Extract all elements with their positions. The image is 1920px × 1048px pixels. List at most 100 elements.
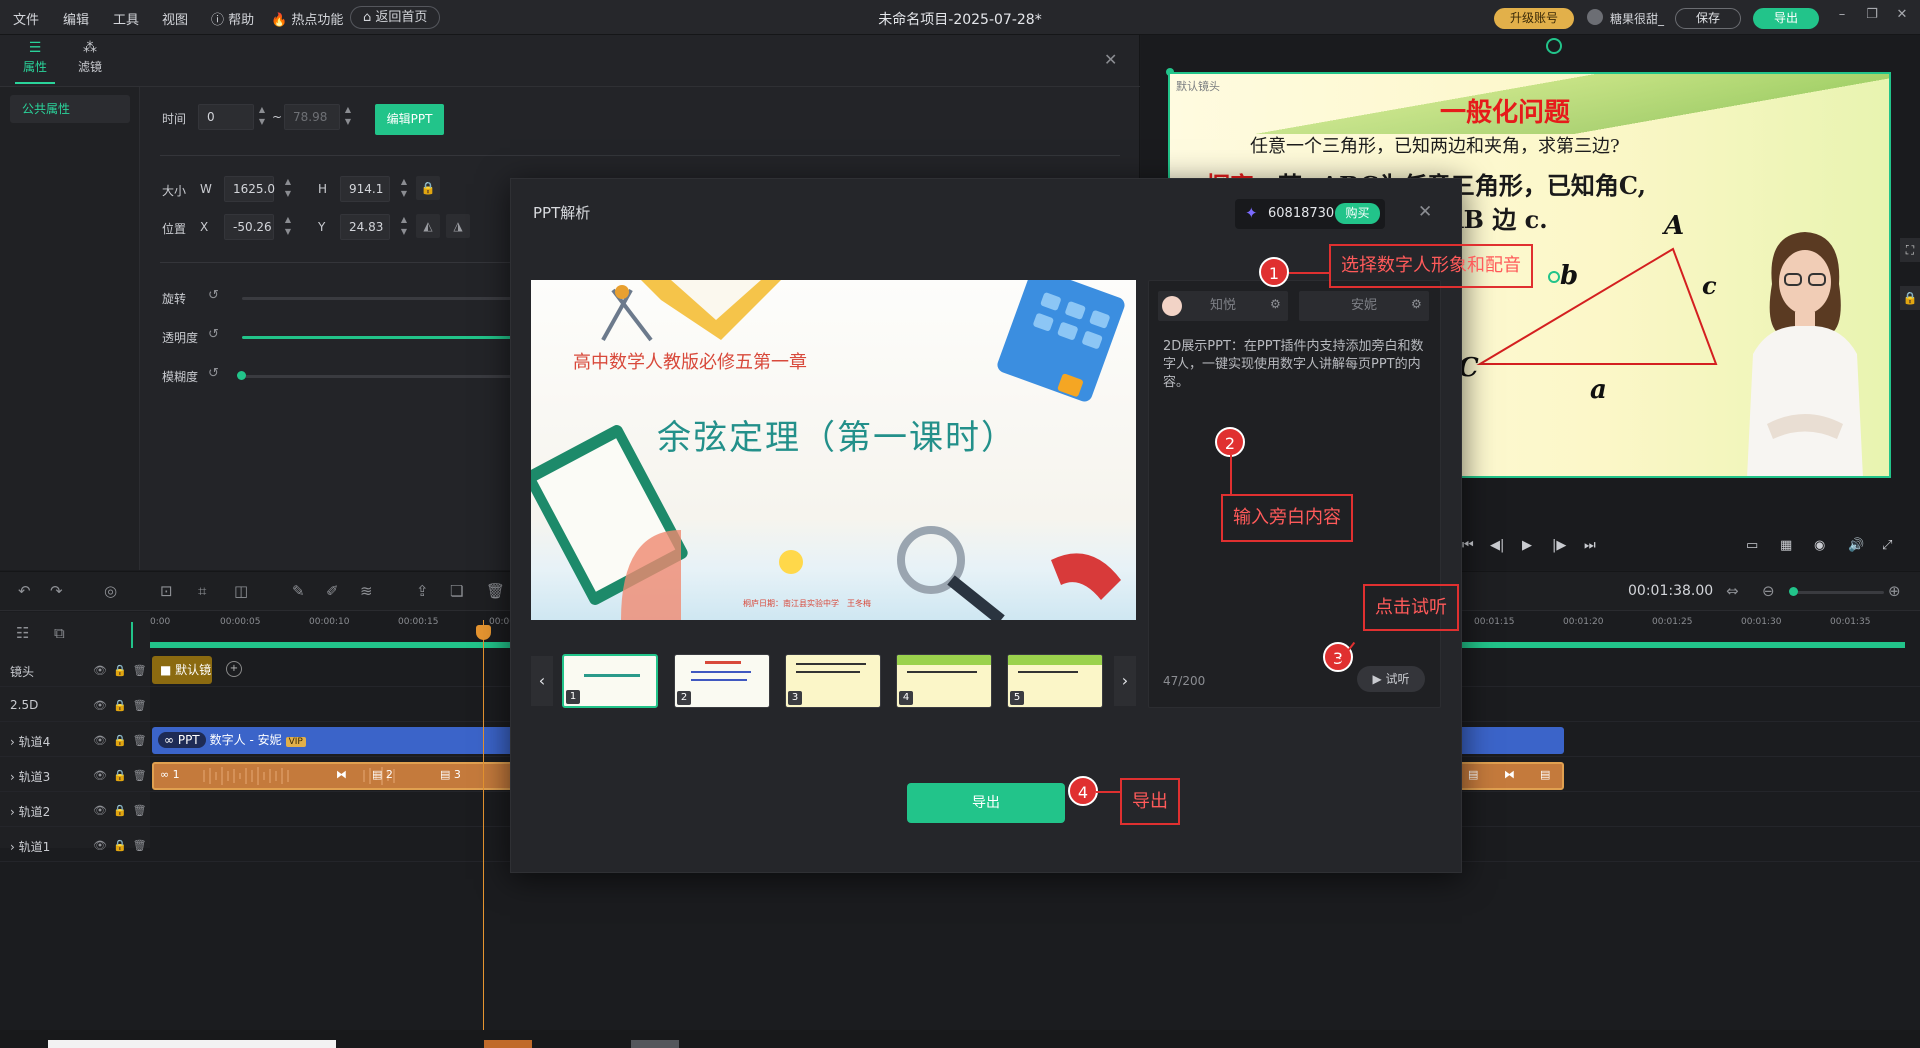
rotate-handle-icon[interactable] — [1546, 38, 1562, 54]
transition-icon[interactable]: ⧓ — [1504, 768, 1515, 781]
time-start-input[interactable]: 0 — [198, 104, 254, 130]
zoom-in-icon[interactable]: ⊕ — [1888, 582, 1901, 600]
delete-icon[interactable]: 🗑 — [486, 582, 505, 600]
flip-horizontal-icon[interactable]: ◭ — [416, 214, 440, 238]
lock-ratio-icon[interactable]: 🔒 — [416, 176, 440, 200]
slide-thumbnail[interactable]: 1 — [562, 654, 658, 708]
track-settings-icon[interactable]: ☷ — [16, 624, 29, 642]
upload-icon[interactable]: ⇪ — [416, 582, 429, 600]
anchor-point-icon[interactable] — [1548, 271, 1560, 283]
camera-clip[interactable]: ■ 默认镜 — [152, 656, 212, 684]
fullscreen-icon[interactable]: ⤢ — [1882, 538, 1892, 553]
playhead-handle[interactable] — [476, 625, 491, 640]
tab-properties[interactable]: ☰ 属性 — [15, 40, 55, 75]
next-frame-icon[interactable]: |▶ — [1552, 538, 1566, 553]
playhead-line[interactable] — [483, 620, 484, 1030]
menu-hot-features[interactable]: 🔥 热点功能 — [271, 9, 343, 28]
slide-thumbnail[interactable]: 4 — [896, 654, 992, 708]
menu-tools[interactable]: 工具 — [113, 9, 139, 28]
listen-button[interactable]: ▶ 试听 — [1357, 666, 1425, 692]
thumbs-prev-icon[interactable]: ‹ — [531, 656, 553, 706]
width-input[interactable]: 1625.0 — [224, 176, 275, 202]
time-end-input[interactable]: 78.98 — [284, 104, 340, 130]
user-avatar-icon[interactable] — [1587, 9, 1603, 25]
lock-icon[interactable]: 🔒 — [1900, 286, 1920, 310]
narration-textarea[interactable]: 2D展示PPT：在PPT插件内支持添加旁白和数字人，一键实现使用数字人讲解每页P… — [1163, 338, 1427, 392]
track-controls[interactable]: 👁🔒🗑 — [93, 699, 153, 712]
buy-button[interactable]: 购买 — [1335, 203, 1380, 224]
time-end-spinner[interactable]: ▲ ▼ — [342, 104, 354, 130]
track-controls[interactable]: 👁🔒🗑 — [93, 664, 153, 677]
slide-icon[interactable]: ▤ — [1540, 768, 1550, 781]
slide-thumbnail[interactable]: 2 — [674, 654, 770, 708]
panel-close-icon[interactable]: ✕ — [1104, 50, 1117, 69]
close-window-icon[interactable]: ✕ — [1892, 7, 1912, 22]
split-icon[interactable]: ◫ — [234, 582, 248, 600]
crop-icon[interactable]: ⌗ — [198, 582, 206, 600]
time-start-spinner[interactable]: ▲ ▼ — [256, 104, 268, 130]
blur-slider-knob[interactable] — [237, 371, 246, 380]
fit-timeline-icon[interactable]: ⇔ — [1726, 582, 1739, 600]
brush-icon[interactable]: ✐ — [326, 582, 339, 600]
volume-icon[interactable]: 🔊 — [1848, 538, 1864, 553]
play-icon[interactable]: ▶ — [1522, 538, 1532, 553]
zoom-out-icon[interactable]: ⊖ — [1762, 582, 1775, 600]
blur-slider[interactable] — [242, 375, 522, 378]
reset-opacity-icon[interactable]: ↺ — [208, 327, 219, 342]
y-input[interactable]: 24.83 — [340, 214, 390, 240]
grid-icon[interactable]: ▦ — [1780, 538, 1792, 553]
back-home-button[interactable]: ⌂ 返回首页 — [350, 6, 441, 29]
reset-blur-icon[interactable]: ↺ — [208, 366, 219, 381]
skip-end-icon[interactable]: ⏭ — [1584, 538, 1596, 553]
voice-tab-anni[interactable]: 安妮 — [1299, 291, 1429, 321]
menu-view[interactable]: 视图 — [162, 9, 188, 28]
width-spinner[interactable]: ▲ ▼ — [282, 176, 294, 202]
digital-human-avatar[interactable] — [1727, 224, 1877, 478]
menu-edit[interactable]: 编辑 — [63, 9, 89, 28]
x-input[interactable]: -50.26 — [224, 214, 274, 240]
reset-rotate-icon[interactable]: ↺ — [208, 288, 219, 303]
slide-thumbnail[interactable]: 5 — [1007, 654, 1103, 708]
tab-filters[interactable]: ⁂ 滤镜 — [70, 40, 110, 75]
user-name[interactable]: 糖果很甜_ — [1610, 10, 1664, 27]
flip-vertical-icon[interactable]: ◮ — [446, 214, 470, 238]
zoom-slider[interactable] — [1794, 591, 1884, 594]
thumbs-next-icon[interactable]: › — [1114, 656, 1136, 706]
menu-file[interactable]: 文件 — [13, 9, 39, 28]
fit-screen-icon[interactable]: ⛶ — [1900, 238, 1920, 262]
edit-ppt-button[interactable]: 编辑PPT — [375, 104, 444, 135]
save-button[interactable]: 保存 — [1675, 8, 1741, 29]
rotate-slider[interactable] — [242, 297, 522, 300]
edit-image-icon[interactable]: ✎ — [292, 582, 305, 600]
add-track-icon[interactable]: ⧉ — [54, 624, 65, 642]
voice-settings-icon[interactable]: ⚙ — [1270, 297, 1281, 311]
upgrade-account-button[interactable]: 升级账号 — [1494, 8, 1574, 29]
close-icon[interactable]: ✕ — [1418, 202, 1432, 222]
slide-icon[interactable]: ▤ — [1468, 768, 1478, 781]
restore-icon[interactable]: ❐ — [1862, 7, 1882, 22]
export-button[interactable]: 导出 — [1753, 8, 1819, 29]
redo-icon[interactable]: ↷ — [50, 582, 63, 600]
avatar-settings-icon[interactable]: ⚙ — [1411, 297, 1422, 311]
minimize-icon[interactable]: – — [1832, 7, 1852, 22]
layers-icon[interactable]: ≋ — [360, 582, 373, 600]
add-keyframe-icon[interactable]: + — [226, 661, 242, 677]
aspect-ratio-icon[interactable]: ▭ — [1746, 538, 1758, 553]
copy-icon[interactable]: ❏ — [450, 582, 463, 600]
transition-icon[interactable]: ⧓ — [336, 768, 347, 781]
record-icon[interactable]: ◎ — [104, 582, 117, 600]
skip-start-icon[interactable]: ⏮ — [1462, 538, 1474, 553]
height-spinner[interactable]: ▲ ▼ — [398, 176, 410, 202]
snapshot-icon[interactable]: ◉ — [1814, 538, 1825, 553]
height-input[interactable]: 914.1 — [340, 176, 390, 202]
track-controls[interactable]: 👁🔒🗑 — [93, 839, 153, 852]
trim-icon[interactable]: ⊡ — [160, 582, 173, 600]
opacity-slider[interactable] — [242, 336, 522, 339]
menu-help[interactable]: ⓘ 帮助 — [211, 9, 254, 28]
zoom-slider-knob[interactable] — [1789, 587, 1798, 596]
track-controls[interactable]: 👁🔒🗑 — [93, 804, 153, 817]
track-controls[interactable]: 👁🔒🗑 — [93, 769, 153, 782]
x-spinner[interactable]: ▲ ▼ — [282, 214, 294, 240]
undo-icon[interactable]: ↶ — [18, 582, 31, 600]
slide-thumbnail[interactable]: 3 — [785, 654, 881, 708]
